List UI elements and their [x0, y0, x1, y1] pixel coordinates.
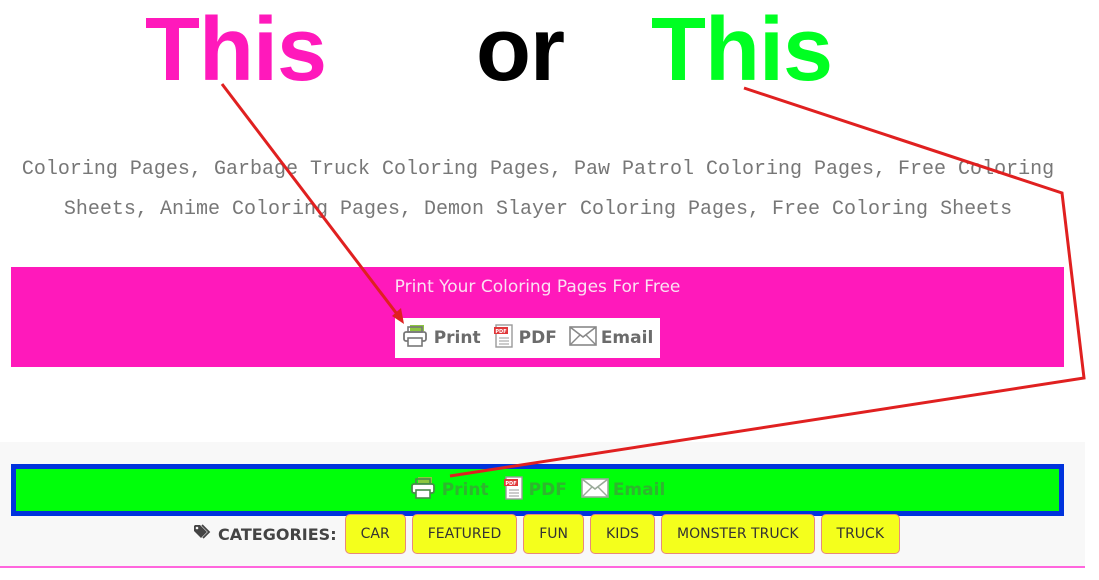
- print-section-title: Print Your Coloring Pages For Free: [394, 277, 681, 297]
- email-button-green[interactable]: Email: [581, 477, 666, 503]
- headline-or: or: [476, 0, 565, 100]
- pdf-label: PDF: [518, 328, 557, 348]
- print-friendly-widget: Print PDF PDF Email: [395, 318, 660, 358]
- category-featured[interactable]: FEATURED: [411, 514, 518, 554]
- email-label: Email: [600, 328, 654, 348]
- categories-label-text: CATEGORIES:: [218, 524, 337, 544]
- svg-text:PDF: PDF: [505, 481, 516, 487]
- post-footer: Print PDF PDF Email CATEGORIES: CAR FEAT…: [0, 442, 1085, 568]
- comparison-headline: This or This: [0, 0, 1099, 100]
- print-button-green[interactable]: Print: [410, 476, 489, 505]
- tags-list-text: Coloring Pages, Garbage Truck Coloring P…: [21, 158, 1055, 221]
- category-car[interactable]: CAR: [344, 514, 406, 554]
- headline-this-green: This: [651, 0, 833, 100]
- categories-row: CATEGORIES: CAR FEATURED FUN KIDS MONSTE…: [0, 514, 1085, 554]
- green-print-section: Print PDF PDF Email: [11, 464, 1064, 516]
- printer-icon: [410, 476, 438, 505]
- pdf-button-green[interactable]: PDF PDF: [503, 475, 567, 505]
- print-button[interactable]: Print: [402, 324, 481, 353]
- envelope-icon: [581, 477, 609, 503]
- category-truck[interactable]: TRUCK: [820, 514, 900, 554]
- email-label: Email: [612, 480, 666, 500]
- category-monster-truck[interactable]: MONSTER TRUCK: [661, 514, 815, 554]
- envelope-icon: [569, 325, 597, 351]
- print-label: Print: [433, 328, 481, 348]
- print-label: Print: [441, 480, 489, 500]
- headline-this-pink: This: [145, 0, 327, 100]
- printer-icon: [402, 324, 430, 353]
- email-button[interactable]: Email: [569, 325, 654, 351]
- category-fun[interactable]: FUN: [523, 514, 585, 554]
- pdf-label: PDF: [528, 480, 567, 500]
- pdf-icon: PDF: [493, 323, 515, 353]
- categories-label: CATEGORIES:: [193, 524, 337, 544]
- svg-text:PDF: PDF: [495, 329, 506, 335]
- pdf-button[interactable]: PDF PDF: [493, 323, 557, 353]
- tags-icon: [193, 524, 213, 544]
- category-kids[interactable]: KIDS: [590, 514, 655, 554]
- pdf-icon: PDF: [503, 475, 525, 505]
- pink-print-section: Print Your Coloring Pages For Free Print…: [11, 267, 1064, 367]
